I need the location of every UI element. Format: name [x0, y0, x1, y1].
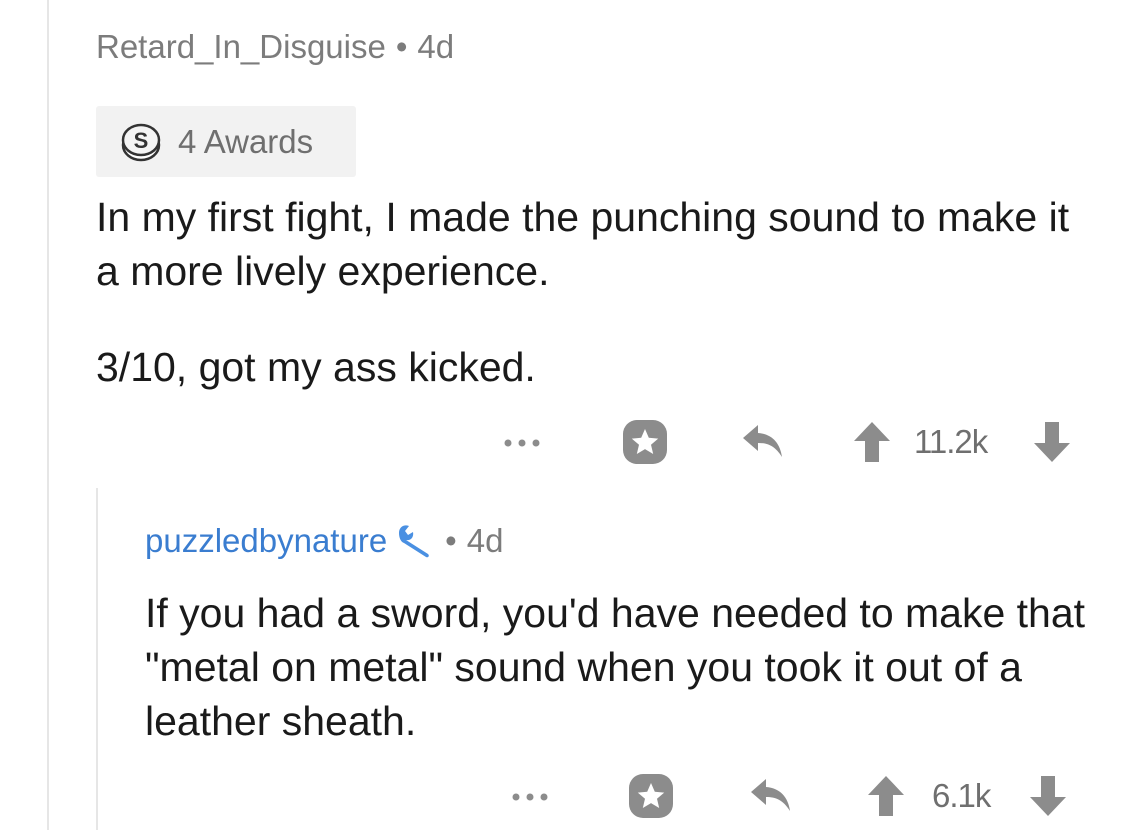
reply-arrow-icon — [751, 779, 790, 811]
reply-score: 6.1k — [932, 777, 991, 814]
more-options-button[interactable] — [508, 782, 552, 812]
reply-button[interactable] — [748, 775, 794, 817]
comment-username[interactable]: Retard_In_Disguise — [96, 28, 386, 66]
more-icon — [512, 793, 548, 801]
downvote-button[interactable] — [1028, 774, 1068, 818]
comment-meta: Retard_In_Disguise • 4d — [96, 28, 454, 66]
reply-arrow-icon — [743, 425, 782, 457]
star-icon — [623, 420, 667, 464]
downvote-arrow-icon — [1034, 422, 1070, 462]
more-options-button[interactable] — [500, 428, 544, 458]
reply-username[interactable]: puzzledbynature — [145, 522, 387, 560]
reply-meta: puzzledbynature • 4d — [145, 522, 503, 560]
comment-age: 4d — [417, 28, 455, 65]
reply-paragraph: If you had a sword, you'd have needed to… — [145, 590, 1086, 744]
meta-separator: • — [445, 522, 457, 559]
save-button[interactable] — [622, 419, 668, 465]
svg-text:S: S — [134, 128, 149, 153]
awards-label: 4 Awards — [178, 122, 314, 160]
thread-line[interactable] — [47, 0, 49, 830]
downvote-arrow-icon — [1030, 776, 1066, 816]
upvote-button[interactable] — [866, 774, 906, 818]
reply-button[interactable] — [740, 421, 786, 463]
awards-badge[interactable]: S 4 Awards — [96, 106, 356, 177]
more-icon — [504, 439, 540, 447]
comment-paragraph: 3/10, got my ass kicked. — [96, 344, 536, 390]
upvote-arrow-icon — [868, 776, 904, 816]
downvote-button[interactable] — [1032, 420, 1072, 464]
reply-thread-line[interactable] — [96, 488, 98, 830]
meta-separator: • — [395, 28, 408, 65]
comment-score: 11.2k — [914, 423, 988, 460]
comment-paragraph: In my first fight, I made the punching s… — [96, 194, 1070, 294]
reply-age: 4d — [466, 522, 504, 559]
upvote-arrow-icon — [854, 422, 890, 462]
silver-award-icon: S — [120, 121, 162, 163]
save-button[interactable] — [628, 773, 674, 819]
comment-body: In my first fight, I made the punching s… — [96, 190, 1086, 394]
wrench-flair-icon — [395, 523, 435, 559]
star-icon — [629, 774, 673, 818]
upvote-button[interactable] — [852, 420, 892, 464]
reply-body: If you had a sword, you'd have needed to… — [145, 586, 1105, 748]
